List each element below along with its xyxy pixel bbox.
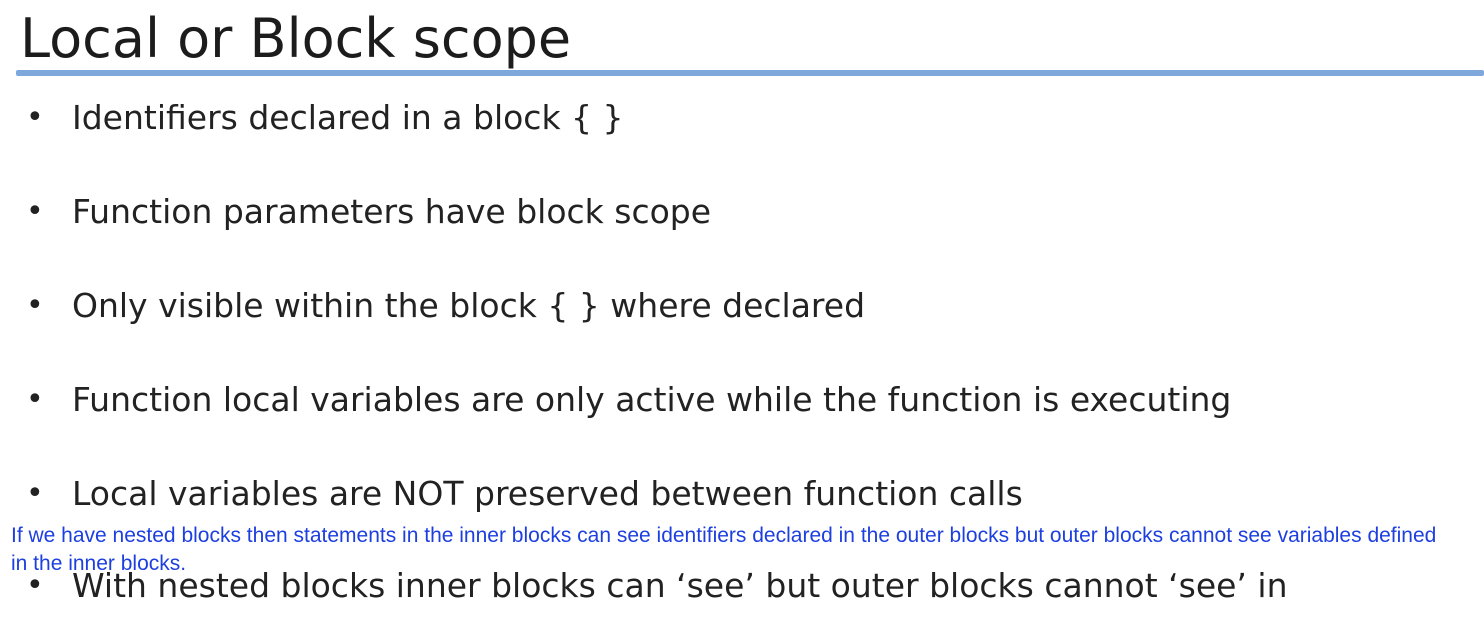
bullet-text: Function parameters have block scope (72, 192, 712, 231)
bullet-icon: • (26, 288, 44, 323)
slide: Local or Block scope • Identifiers decla… (0, 0, 1484, 630)
bullet-icon: • (26, 100, 44, 135)
caption-overlay: If we have nested blocks then statements… (11, 524, 1437, 575)
bullet-item: • Function parameters have block scope (0, 188, 1484, 236)
bullet-text: Local variables are NOT preserved betwee… (72, 474, 1023, 513)
bullet-item: • Local variables are NOT preserved betw… (0, 470, 1484, 518)
bullet-icon: • (26, 476, 44, 511)
bullet-icon: • (26, 382, 44, 417)
bullet-text: Function local variables are only active… (72, 380, 1232, 419)
bullet-item: • Identifiers declared in a block { } (0, 94, 1484, 142)
bullet-item: • Only visible within the block { } wher… (0, 282, 1484, 330)
bullet-item: • Function local variables are only acti… (0, 376, 1484, 424)
bullet-icon: • (26, 194, 44, 229)
bullet-text: Only visible within the block { } where … (72, 286, 866, 325)
bullet-text: Identifiers declared in a block { } (72, 98, 624, 137)
